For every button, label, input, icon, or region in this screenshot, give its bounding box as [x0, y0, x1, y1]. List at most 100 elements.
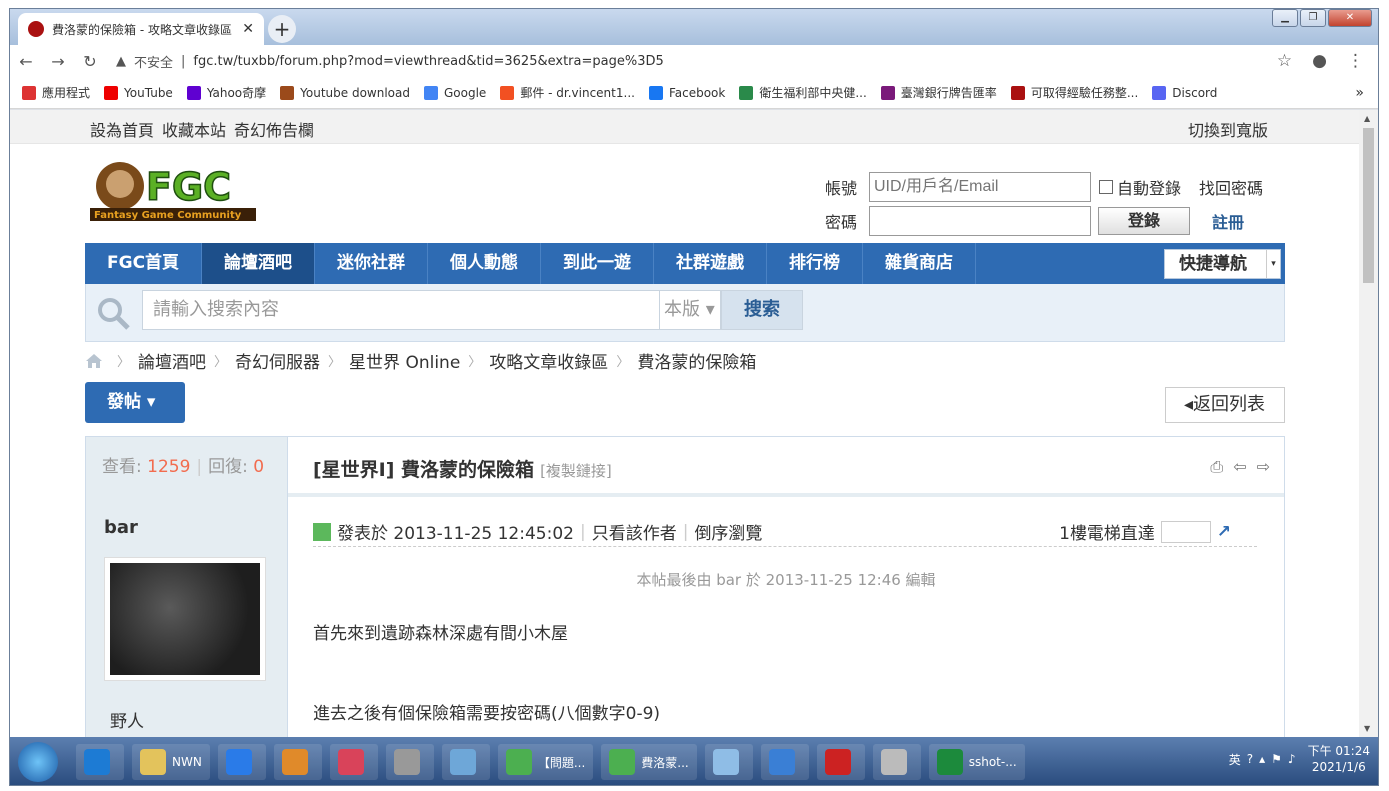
- breadcrumb-separator-icon: 〉: [214, 355, 228, 370]
- bookmark-item[interactable]: 應用程式: [22, 84, 90, 101]
- search-icon: [98, 298, 130, 330]
- maximize-icon[interactable]: ❐: [1300, 9, 1326, 27]
- nav-item[interactable]: 到此一遊: [541, 243, 655, 284]
- bookmark-item[interactable]: 衛生福利部中央健...: [739, 84, 867, 101]
- set-home-link[interactable]: 設為首頁: [90, 117, 154, 141]
- breadcrumb-separator-icon: 〉: [117, 355, 131, 370]
- bookmark-item[interactable]: Yahoo奇摩: [186, 84, 266, 101]
- nav-item[interactable]: 個人動態: [428, 243, 542, 284]
- new-tab-button[interactable]: +: [268, 15, 296, 43]
- taskbar-app-button[interactable]: [816, 744, 865, 780]
- tab-close-icon[interactable]: ✕: [242, 21, 254, 37]
- bookmark-item[interactable]: Youtube download: [280, 85, 410, 100]
- floor-jump-input[interactable]: [1160, 520, 1211, 543]
- print-icon[interactable]: ⎙: [1210, 457, 1223, 477]
- password-input[interactable]: [869, 206, 1091, 236]
- quick-nav-button[interactable]: 快捷導航 ▾: [1164, 249, 1281, 279]
- bookmark-star-icon[interactable]: ☆: [1277, 51, 1292, 71]
- breadcrumb-item[interactable]: 論壇酒吧: [138, 348, 206, 373]
- back-arrow-icon[interactable]: ←: [10, 52, 42, 71]
- taskbar-app-button[interactable]: [385, 744, 434, 780]
- nav-item[interactable]: 雜貨商店: [863, 243, 977, 284]
- taskbar-app-button[interactable]: [217, 744, 266, 780]
- copy-link[interactable]: [複製鏈接]: [540, 462, 612, 480]
- reverse-order-link[interactable]: 倒序瀏覽: [694, 519, 762, 544]
- nav-item[interactable]: 論壇酒吧: [202, 243, 316, 284]
- search-scope-select[interactable]: 本版 ▾: [659, 290, 721, 330]
- previous-thread-icon[interactable]: ⇦: [1233, 457, 1246, 477]
- breadcrumb-item[interactable]: 攻略文章收錄區: [489, 348, 608, 373]
- minimize-icon[interactable]: ▁: [1272, 9, 1298, 27]
- reload-icon[interactable]: ↻: [74, 52, 106, 71]
- scroll-up-icon[interactable]: ▲: [1364, 114, 1370, 123]
- taskbar-app-button[interactable]: [704, 744, 753, 780]
- profile-icon[interactable]: ●: [1312, 51, 1327, 71]
- bookmark-item[interactable]: YouTube: [104, 85, 173, 100]
- help-icon[interactable]: ?: [1247, 752, 1253, 766]
- taskbar-app-button[interactable]: [329, 744, 378, 780]
- breadcrumb-item[interactable]: 奇幻伺服器: [235, 348, 320, 373]
- flag-icon[interactable]: ⚑: [1271, 752, 1282, 766]
- bookmarks-overflow-icon[interactable]: »: [1355, 85, 1364, 101]
- only-author-link[interactable]: 只看該作者: [592, 519, 677, 544]
- browser-tab-active[interactable]: 費洛蒙的保險箱 - 攻略文章收錄區 ✕: [18, 13, 264, 45]
- bookmark-item[interactable]: 臺灣銀行牌告匯率: [880, 84, 997, 101]
- avatar[interactable]: [104, 557, 266, 681]
- fgc-logo[interactable]: FGC Fantasy Game Community: [90, 158, 256, 222]
- address-bar[interactable]: ▲ 不安全 | fgc.tw/tuxbb/forum.php?mod=viewt…: [106, 47, 1277, 75]
- forward-arrow-icon[interactable]: →: [42, 52, 74, 71]
- register-link[interactable]: 註冊: [1212, 209, 1244, 233]
- back-to-list-button[interactable]: ◂返回列表: [1165, 387, 1285, 423]
- menu-dots-icon[interactable]: ⋮: [1347, 51, 1364, 71]
- breadcrumb-item[interactable]: 費洛蒙的保險箱: [637, 348, 756, 373]
- taskbar-app-button[interactable]: 費洛蒙...: [601, 744, 697, 780]
- breadcrumb-item[interactable]: 星世界 Online: [349, 348, 460, 373]
- bulletin-link[interactable]: 奇幻佈告欄: [234, 117, 314, 141]
- close-window-icon[interactable]: ✕: [1328, 9, 1372, 27]
- bookmark-item[interactable]: 郵件 - dr.vincent1...: [500, 84, 635, 101]
- switch-wide-link[interactable]: 切換到寬版: [1188, 117, 1268, 141]
- bookmark-item[interactable]: 可取得經驗任務整...: [1010, 84, 1138, 101]
- home-icon[interactable]: [85, 353, 103, 369]
- url-text[interactable]: fgc.tw/tuxbb/forum.php?mod=viewthread&ti…: [193, 54, 663, 69]
- bookmark-item[interactable]: Discord: [1152, 85, 1217, 100]
- ime-indicator[interactable]: 英: [1229, 751, 1241, 768]
- app-icon: [140, 749, 166, 775]
- bookmark-item[interactable]: Google: [423, 85, 486, 100]
- search-button[interactable]: 搜索: [721, 290, 803, 330]
- jump-icon[interactable]: ↗: [1217, 522, 1231, 542]
- taskbar-app-button[interactable]: [76, 744, 124, 780]
- taskbar-app-button[interactable]: [872, 744, 921, 780]
- login-button[interactable]: 登錄: [1098, 207, 1190, 235]
- scroll-thumb[interactable]: [1363, 128, 1374, 283]
- taskbar-app-button[interactable]: [441, 744, 490, 780]
- volume-icon[interactable]: ♪: [1288, 752, 1296, 766]
- new-post-button[interactable]: 發帖 ▾: [85, 382, 185, 423]
- taskbar-app-button[interactable]: [273, 744, 322, 780]
- tray-expand-icon[interactable]: ▴: [1259, 752, 1265, 766]
- clock[interactable]: 下午 01:24 2021/1/6: [1308, 743, 1370, 775]
- author-name[interactable]: bar: [104, 517, 138, 538]
- taskbar-app-button[interactable]: sshot-...: [928, 744, 1025, 780]
- favorite-site-link[interactable]: 收藏本站: [162, 117, 226, 141]
- taskbar-app-button[interactable]: 【問題...: [497, 744, 594, 780]
- checkbox-icon[interactable]: [1099, 180, 1113, 194]
- nav-item[interactable]: 迷你社群: [315, 243, 429, 284]
- auto-login-checkbox[interactable]: 自動登錄: [1099, 175, 1181, 199]
- bookmark-item[interactable]: Facebook: [648, 85, 725, 100]
- nav-item[interactable]: 社群遊戲: [654, 243, 768, 284]
- warning-icon[interactable]: ▲: [116, 54, 126, 69]
- chevron-down-icon[interactable]: ▾: [1266, 250, 1280, 278]
- app-icon: [824, 749, 851, 775]
- account-input[interactable]: [869, 172, 1091, 202]
- forgot-password-link[interactable]: 找回密碼: [1199, 175, 1263, 199]
- start-button[interactable]: [18, 742, 58, 782]
- search-input[interactable]: 請輸入搜索內容: [142, 290, 660, 330]
- taskbar-app-button[interactable]: NWN: [132, 744, 210, 780]
- scroll-down-icon[interactable]: ▼: [1364, 724, 1370, 733]
- nav-item[interactable]: 排行榜: [767, 243, 864, 284]
- page-scrollbar[interactable]: ▲ ▼: [1359, 110, 1378, 737]
- nav-item[interactable]: FGC首頁: [85, 243, 203, 284]
- taskbar-app-button[interactable]: [760, 744, 809, 780]
- next-thread-icon[interactable]: ⇨: [1257, 457, 1270, 477]
